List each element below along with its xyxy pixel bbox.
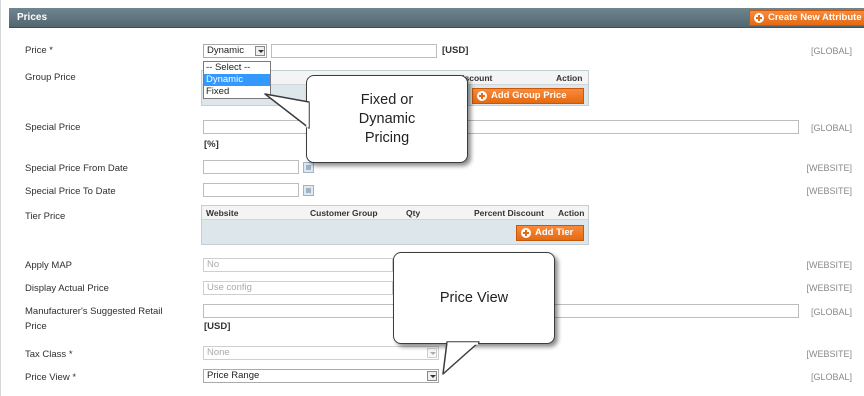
display-actual-price-select[interactable]: Use config [203,281,393,295]
special-price-unit: [%] [204,139,219,150]
plus-circle-icon [754,13,764,23]
section-title: Prices [17,12,48,23]
dropdown-option-fixed[interactable]: Fixed [204,86,270,98]
price-view-scope: [GLOBAL] [810,372,852,382]
display-actual-price-label: Display Actual Price [25,283,109,294]
chevron-down-icon [427,348,437,358]
special-from-label: Special Price From Date [25,163,128,174]
create-new-attribute-label: Create New Attribute [768,12,862,23]
display-actual-price-value: Use config [207,282,252,293]
msrp-currency: [USD] [204,321,231,332]
tier-qty-header: Qty [406,208,421,218]
pricing-callout: Fixed or Dynamic Pricing [306,75,468,163]
apply-map-label: Apply MAP [25,260,72,271]
display-actual-price-scope: [WEBSITE] [806,283,852,293]
tier-price-grid: Website Customer Group Qty Percent Disco… [201,205,589,245]
add-tier-button[interactable]: Add Tier [516,225,584,241]
dropdown-option-dynamic[interactable]: Dynamic [204,74,270,86]
price-view-callout-pointer [442,341,480,375]
group-price-action-header: Action [556,73,583,83]
tier-price-label: Tier Price [25,211,66,222]
special-to-scope: [WEBSITE] [806,186,852,196]
special-to-input[interactable] [203,183,299,197]
tax-class-scope: [WEBSITE] [806,349,852,359]
price-type-dropdown[interactable]: -- Select -- Dynamic Fixed [203,61,271,99]
price-currency: [USD] [442,45,469,56]
tax-class-select[interactable]: None [203,346,439,360]
tier-price-grid-header: Website Customer Group Qty Percent Disco… [202,206,588,220]
apply-map-select[interactable]: No [203,258,393,272]
price-view-label: Price View * [25,372,77,383]
dropdown-option-select[interactable]: -- Select -- [204,62,270,74]
chevron-down-icon [427,371,437,381]
plus-circle-icon [521,228,531,238]
create-new-attribute-button[interactable]: Create New Attribute [749,10,864,26]
apply-map-value: No [207,259,220,270]
special-price-label: Special Price [25,122,81,133]
calendar-icon[interactable] [303,185,314,196]
section-header: Prices Create New Attribute [9,8,864,28]
chevron-down-icon [255,46,265,56]
tier-customer-group-header: Customer Group [310,208,378,218]
price-input[interactable] [271,44,437,58]
tier-action-header: Action [558,208,585,218]
price-label: Price * [25,45,53,56]
tax-class-value: None [207,347,230,358]
price-view-callout-text: Price View [439,289,509,306]
price-type-value: Dynamic [207,45,244,56]
pricing-callout-line2: Dynamic [358,110,416,127]
special-from-scope: [WEBSITE] [806,163,852,173]
msrp-label-line2: Price [25,321,47,332]
group-price-label: Group Price [25,72,76,83]
pricing-callout-text: Fixed or Dynamic Pricing [359,91,415,148]
special-price-scope: [GLOBAL] [810,123,852,133]
price-view-select[interactable]: Price Range [203,369,439,383]
price-scope: [GLOBAL] [810,46,852,56]
add-tier-label: Add Tier [535,227,574,238]
prices-panel: Prices Create New Attribute Price * Dyna… [0,0,864,396]
pricing-callout-line1: Fixed or [360,91,414,108]
pricing-callout-line3: Pricing [364,129,410,146]
tier-percent-discount-header: Percent Discount [474,208,544,218]
tier-website-header: Website [206,208,239,218]
tax-class-label: Tax Class * [25,349,73,360]
add-group-price-button[interactable]: Add Group Price [472,88,584,104]
pricing-callout-pointer [264,93,310,129]
price-view-callout: Price View [393,252,555,344]
apply-map-scope: [WEBSITE] [806,260,852,270]
calendar-icon[interactable] [303,162,314,173]
price-view-value: Price Range [207,370,260,381]
special-from-input[interactable] [203,160,299,174]
price-type-select[interactable]: Dynamic [203,44,267,58]
msrp-label-line1: Manufacturer's Suggested Retail [25,306,163,317]
special-to-label: Special Price To Date [25,186,116,197]
add-group-price-label: Add Group Price [491,90,567,101]
plus-circle-icon [477,91,487,101]
msrp-scope: [GLOBAL] [810,307,852,317]
